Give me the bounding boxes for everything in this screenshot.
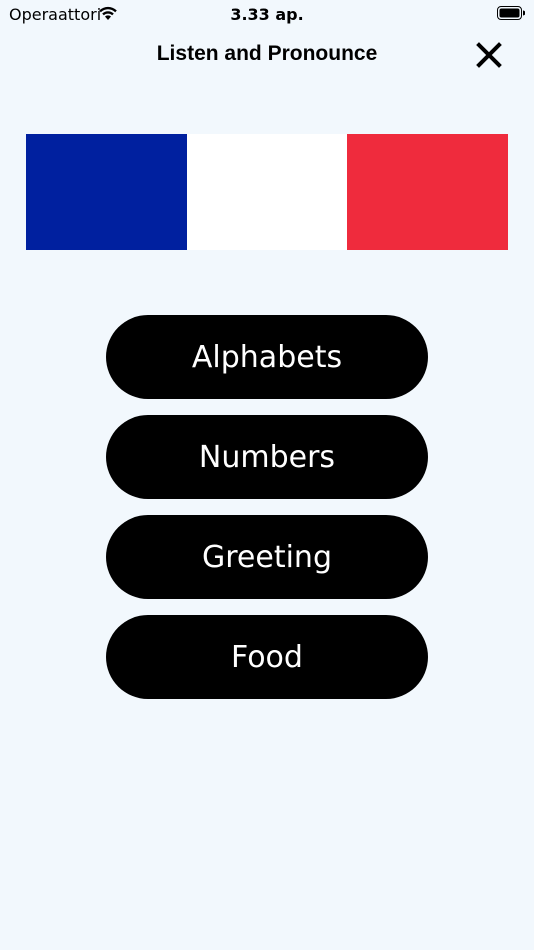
french-flag (26, 134, 509, 250)
category-menu: Alphabets Numbers Greeting Food (106, 315, 428, 715)
flag-stripe-red (347, 134, 509, 250)
flag-stripe-white (186, 134, 348, 250)
greeting-button[interactable]: Greeting (106, 515, 428, 599)
nav-header: Listen and Pronounce (0, 34, 534, 74)
numbers-button[interactable]: Numbers (106, 415, 428, 499)
food-button[interactable]: Food (106, 615, 428, 699)
battery-icon (497, 6, 525, 20)
status-time: 3.33 ap. (230, 5, 304, 24)
flag-stripe-blue (26, 134, 187, 250)
page-title: Listen and Pronounce (156, 42, 378, 65)
close-icon[interactable] (476, 42, 502, 68)
status-bar: Operaattori 3.33 ap. (0, 0, 534, 30)
alphabets-button[interactable]: Alphabets (106, 315, 428, 399)
